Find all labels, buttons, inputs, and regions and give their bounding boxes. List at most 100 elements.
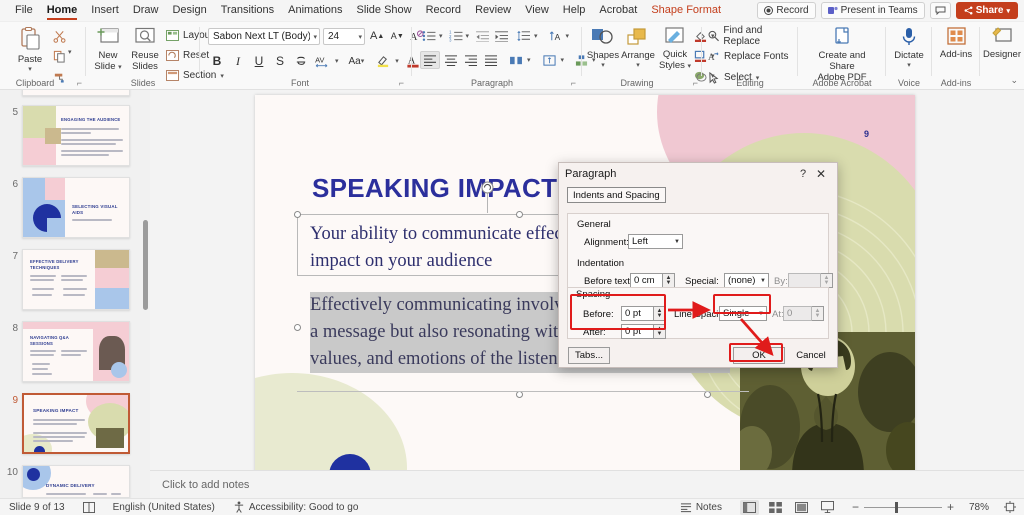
slide-count-status[interactable]: Slide 9 of 13 (0, 502, 74, 513)
menu-design[interactable]: Design (165, 1, 213, 20)
slide-thumbnail-10[interactable]: DYNAMIC DELIVERY (22, 465, 130, 498)
paragraph-dialog-launcher[interactable]: ⌐ (571, 78, 576, 88)
menu-help[interactable]: Help (556, 1, 593, 20)
resize-handle[interactable] (516, 391, 523, 398)
arrange-button[interactable]: Arrange ▾ (618, 26, 658, 69)
character-spacing-button[interactable]: AV (313, 52, 332, 70)
thumbnail-item-7[interactable]: 7 EFFECTIVE DELIVERY TECHNIQUES (0, 249, 150, 310)
highlight-caret-icon[interactable]: ▾ (395, 57, 399, 65)
thumbnail-item-9[interactable]: 9 SPEAKING IMPACT (0, 393, 150, 454)
slide-title[interactable]: SPEAKING IMPACT (312, 173, 557, 204)
notes-page-status[interactable] (74, 502, 104, 513)
present-in-teams-button[interactable]: Present in Teams (821, 2, 925, 19)
thumbnail-panel-scrollbar[interactable] (143, 220, 148, 310)
paste-button[interactable]: Paste ▾ (8, 26, 52, 73)
bullets-button[interactable] (420, 27, 438, 45)
font-name-combo[interactable]: Sabon Next LT (Body) ▾ (208, 28, 320, 45)
new-slide-button[interactable]: New Slide ▾ (90, 26, 126, 73)
before-text-input[interactable]: 0 cm (630, 273, 663, 288)
justify-button[interactable] (482, 51, 500, 69)
numbering-button[interactable]: 123 (447, 27, 465, 45)
align-text-button[interactable] (541, 51, 559, 69)
comments-button[interactable] (930, 2, 951, 19)
help-icon[interactable]: ? (795, 168, 811, 180)
columns-button[interactable] (507, 51, 525, 69)
menu-acrobat[interactable]: Acrobat (592, 1, 644, 20)
slideshow-view-button[interactable] (818, 500, 837, 515)
menu-shape-format[interactable]: Shape Format (644, 1, 728, 20)
zoom-level[interactable]: 78% (963, 502, 995, 513)
thumbnail-item-5[interactable]: 5 ENGAGING THE AUDIENCE (0, 105, 150, 166)
shapes-caret-icon[interactable]: ▾ (601, 61, 605, 69)
rotate-handle[interactable] (481, 181, 494, 194)
at-spinner[interactable]: ▲▼ (812, 306, 824, 321)
thumbnail-item-6[interactable]: 6 SELECTING VISUAL AIDS (0, 177, 150, 238)
menu-slide-show[interactable]: Slide Show (350, 1, 419, 20)
menu-record[interactable]: Record (419, 1, 468, 20)
create-share-pdf-button[interactable]: Create and Share Adobe PDF (811, 26, 873, 83)
text-direction-button[interactable]: A (547, 27, 565, 45)
designer-button[interactable]: Designer (980, 26, 1024, 60)
line-spacing-select[interactable]: Single ▼ (719, 306, 767, 321)
copy-button[interactable] (50, 47, 68, 65)
resize-handle[interactable] (294, 324, 301, 331)
decrease-font-size-button[interactable]: A▼ (388, 27, 406, 45)
drawing-dialog-launcher[interactable]: ⌐ (693, 78, 698, 88)
text-shadow-button[interactable]: S (271, 52, 289, 70)
addins-button[interactable]: Add-ins (935, 26, 977, 60)
bold-button[interactable]: B (208, 52, 226, 70)
by-spinner[interactable]: ▲▼ (821, 273, 833, 288)
spacing-before-input[interactable]: 0 pt (621, 306, 654, 321)
slide-thumbnail-6[interactable]: SELECTING VISUAL AIDS (22, 177, 130, 238)
language-status[interactable]: English (United States) (104, 502, 224, 513)
slides-thumbnail-panel[interactable]: 5 ENGAGING THE AUDIENCE 6 SEL (0, 90, 150, 498)
slide-thumbnail-8[interactable]: NAVIGATING Q&A SESSIONS (22, 321, 130, 382)
align-text-caret-icon[interactable]: ▾ (561, 56, 565, 64)
slide-sorter-button[interactable] (766, 500, 785, 515)
align-right-button[interactable] (462, 51, 480, 69)
at-input[interactable]: 0 (783, 306, 812, 321)
alignment-select[interactable]: Left ▼ (628, 234, 683, 249)
zoom-slider[interactable]: − + (843, 500, 963, 514)
increase-indent-button[interactable] (493, 27, 511, 45)
resize-handle[interactable] (516, 211, 523, 218)
share-button[interactable]: Share ▾ (956, 2, 1018, 19)
tab-indents-and-spacing[interactable]: Indents and Spacing (567, 187, 666, 203)
columns-caret-icon[interactable]: ▾ (527, 56, 531, 64)
italic-button[interactable]: I (229, 52, 247, 70)
before-text-spinner[interactable]: ▲▼ (663, 273, 675, 288)
zoom-track[interactable] (864, 507, 942, 508)
special-select[interactable]: (none) ▼ (724, 273, 769, 288)
menu-transitions[interactable]: Transitions (214, 1, 281, 20)
underline-button[interactable]: U (250, 52, 268, 70)
notes-pane[interactable]: Click to add notes (150, 470, 1024, 498)
thumbnail-item-10[interactable]: 10 DYNAMIC DELIVERY (0, 465, 150, 498)
close-icon[interactable]: ✕ (811, 167, 831, 181)
font-dialog-launcher[interactable]: ⌐ (399, 78, 404, 88)
slide-thumbnail[interactable] (22, 90, 130, 96)
align-left-button[interactable] (420, 51, 440, 69)
by-input[interactable] (788, 273, 821, 288)
clipboard-more-caret-icon[interactable]: ▾ (68, 48, 72, 56)
text-direction-caret-icon[interactable]: ▾ (566, 32, 570, 40)
quick-styles-button[interactable]: Quick Styles ▾ (656, 26, 694, 72)
thumbnail-item-8[interactable]: 8 NAVIGATING Q&A SESSIONS (0, 321, 150, 382)
cut-button[interactable] (50, 27, 68, 45)
line-spacing-button[interactable] (515, 27, 533, 45)
spacing-after-input[interactable]: 0 pt (621, 324, 654, 339)
spacing-after-spinner[interactable]: ▲▼ (654, 324, 666, 339)
shapes-button[interactable]: Shapes ▾ (586, 26, 620, 69)
find-and-replace-button[interactable]: Find and Replace (708, 27, 798, 44)
menu-home[interactable]: Home (40, 1, 85, 20)
normal-view-button[interactable] (740, 500, 759, 515)
resize-handle[interactable] (704, 391, 711, 398)
replace-fonts-button[interactable]: A Replace Fonts (708, 48, 798, 65)
dictate-caret-icon[interactable]: ▾ (907, 61, 911, 69)
accessibility-status[interactable]: Accessibility: Good to go (224, 501, 368, 513)
font-size-combo[interactable]: 24 ▾ (323, 28, 365, 45)
slide-thumbnail-9[interactable]: SPEAKING IMPACT (22, 393, 130, 454)
numbering-caret-icon[interactable]: ▾ (466, 32, 470, 40)
reuse-slides-button[interactable]: Reuse Slides (126, 26, 164, 72)
fit-to-window-button[interactable] (995, 501, 1024, 513)
thumbnail-item-partial[interactable] (0, 90, 150, 96)
